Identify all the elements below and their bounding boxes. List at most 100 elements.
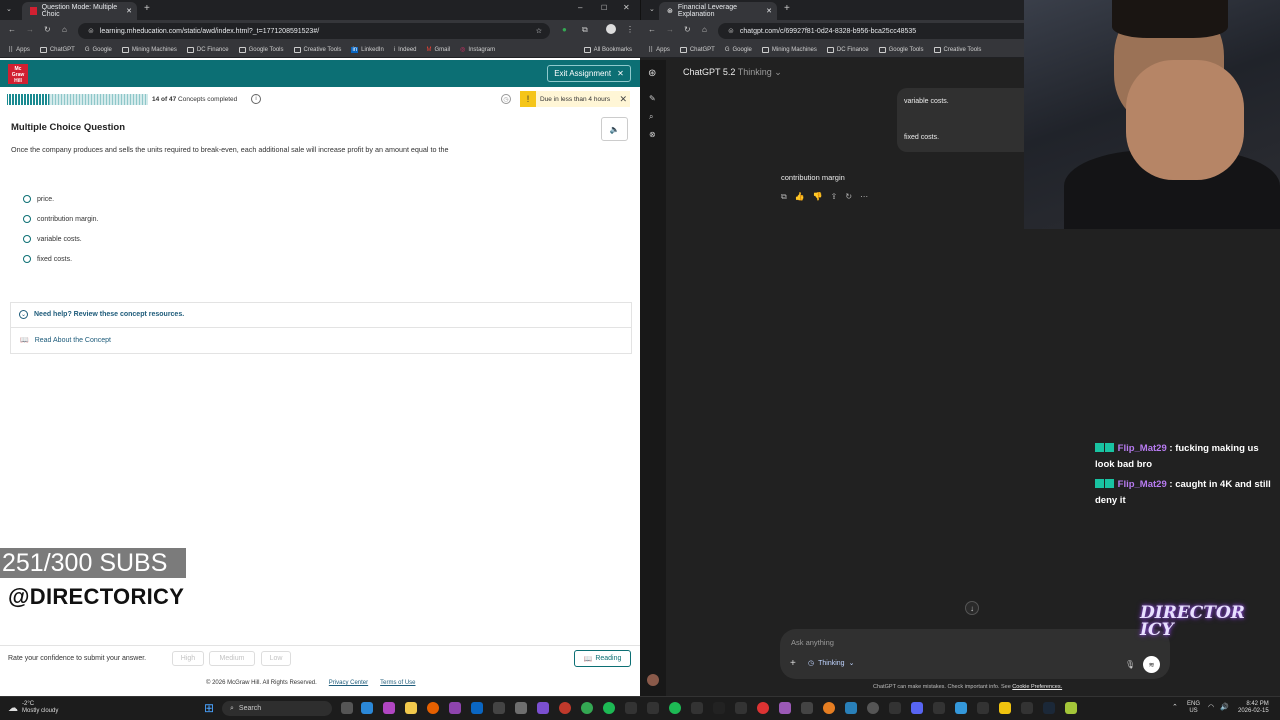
app-icon[interactable] [801, 702, 813, 714]
capcut-icon[interactable] [713, 702, 725, 714]
bookmark-google-tools[interactable]: Google Tools [238, 46, 284, 53]
bookmark-mining[interactable]: Mining Machines [761, 46, 817, 53]
answer-option-1[interactable]: price. [23, 195, 54, 203]
extension-icon[interactable]: ● [562, 25, 567, 34]
close-window-icon[interactable]: ✕ [623, 3, 630, 12]
confidence-low-button[interactable]: Low [261, 651, 291, 666]
reading-button[interactable]: 📖 Reading [574, 650, 631, 667]
answer-option-2[interactable]: contribution margin. [23, 215, 98, 223]
user-avatar[interactable] [647, 674, 659, 686]
tab-financial-leverage[interactable]: ⊛ Financial Leverage Explanation ✕ [659, 2, 777, 20]
chatgpt-logo-icon[interactable]: ⊛ [648, 68, 656, 79]
app-icon[interactable] [823, 702, 835, 714]
home-icon[interactable]: ⌂ [702, 25, 707, 34]
bookmark-chatgpt[interactable]: ChatGPT [679, 46, 715, 53]
reload-icon[interactable]: ↻ [44, 25, 51, 34]
terms-of-use-link[interactable]: Terms of Use [380, 680, 415, 686]
dismiss-due-icon[interactable]: ✕ [619, 94, 627, 105]
forward-icon[interactable]: → [666, 25, 674, 34]
bookmark-creative-tools[interactable]: Creative Tools [933, 46, 981, 53]
app-icon[interactable] [735, 702, 747, 714]
bookmark-google[interactable]: G Google [725, 47, 752, 53]
need-help-toggle[interactable]: ⌄ Need help? Review these concept resour… [19, 310, 184, 319]
confidence-medium-button[interactable]: Medium [209, 651, 255, 666]
spotify-icon[interactable] [669, 702, 681, 714]
bookmark-google[interactable]: G Google [85, 47, 112, 53]
app-icon[interactable] [493, 702, 505, 714]
app-icon[interactable] [449, 702, 461, 714]
answer-option-4[interactable]: fixed costs. [23, 255, 72, 263]
back-icon[interactable]: ← [8, 25, 16, 34]
bookmark-mining[interactable]: Mining Machines [121, 46, 177, 53]
info-icon[interactable]: i [251, 94, 261, 104]
close-tab-icon[interactable]: ✕ [126, 7, 132, 15]
app-icon[interactable] [845, 702, 857, 714]
app-icon[interactable] [1021, 702, 1033, 714]
wifi-icon[interactable]: ◠ [1208, 703, 1214, 711]
add-attachment-icon[interactable]: + [790, 658, 796, 669]
bookmark-google-tools[interactable]: Google Tools [878, 46, 924, 53]
profile-avatar[interactable] [606, 24, 616, 34]
app-icon[interactable] [603, 702, 615, 714]
app-icon[interactable] [515, 702, 527, 714]
app-icon[interactable] [559, 702, 571, 714]
app-icon[interactable] [867, 702, 879, 714]
bookmark-apps[interactable]: ⠿ Apps [8, 46, 30, 54]
site-info-icon[interactable]: ⊜ [88, 27, 94, 35]
menu-kebab-icon[interactable]: ⋮ [626, 25, 634, 34]
bookmark-dc-finance[interactable]: DC Finance [826, 46, 869, 53]
copy-icon[interactable]: ⧉ [781, 192, 787, 202]
task-view-icon[interactable] [341, 702, 353, 714]
site-info-icon[interactable]: ⊜ [728, 27, 734, 35]
bookmark-linkedin[interactable]: in LinkedIn [351, 46, 384, 53]
tab-list-icon[interactable]: ⌄ [649, 5, 655, 13]
steam-icon[interactable] [1043, 702, 1055, 714]
reload-icon[interactable]: ↻ [684, 25, 691, 34]
prompt-input[interactable] [780, 629, 1170, 679]
app-icon[interactable] [779, 702, 791, 714]
app-icon[interactable] [361, 702, 373, 714]
library-icon[interactable]: ⊗ [649, 130, 656, 139]
app-icon[interactable] [625, 702, 637, 714]
new-tab-icon[interactable]: + [784, 3, 790, 14]
app-icon[interactable] [955, 702, 967, 714]
app-icon[interactable] [1065, 702, 1077, 714]
answer-option-3[interactable]: variable costs. [23, 235, 82, 243]
close-tab-icon[interactable]: ✕ [766, 7, 772, 15]
bookmark-creative-tools[interactable]: Creative Tools [293, 46, 341, 53]
model-selector[interactable]: ChatGPT 5.2 Thinking ⌄ [683, 67, 782, 78]
bookmark-apps[interactable]: ⠿ Apps [648, 46, 670, 54]
app-icon[interactable] [933, 702, 945, 714]
bookmark-star-icon[interactable]: ☆ [536, 27, 542, 35]
cookie-preferences-link[interactable]: Cookie Preferences. [1012, 684, 1062, 690]
tab-list-icon[interactable]: ⌄ [6, 5, 12, 13]
app-icon[interactable] [537, 702, 549, 714]
app-icon[interactable] [647, 702, 659, 714]
radio-button[interactable] [23, 235, 31, 243]
app-icon[interactable] [889, 702, 901, 714]
microphone-icon[interactable]: 🎙 [1125, 660, 1135, 669]
confidence-high-button[interactable]: High [172, 651, 204, 666]
exit-assignment-button[interactable]: Exit Assignment ✕ [547, 65, 631, 82]
minimize-icon[interactable]: – [578, 3, 582, 12]
app-icon[interactable] [977, 702, 989, 714]
thumbs-down-icon[interactable]: 👎 [813, 192, 823, 202]
chrome-icon[interactable] [581, 702, 593, 714]
app-icon[interactable] [999, 702, 1011, 714]
extensions-puzzle-icon[interactable]: ⧉ [582, 25, 588, 35]
bookmark-chatgpt[interactable]: ChatGPT [39, 46, 75, 53]
bookmark-indeed[interactable]: i Indeed [394, 47, 417, 53]
privacy-center-link[interactable]: Privacy Center [329, 680, 368, 686]
new-tab-icon[interactable]: + [144, 3, 150, 14]
file-explorer-icon[interactable] [405, 702, 417, 714]
scroll-down-button[interactable]: ↓ [965, 601, 979, 615]
address-bar[interactable]: ⊜ chatgpt.com/c/69927f81-0d24-8328-b956-… [718, 23, 1038, 39]
radio-button[interactable] [23, 255, 31, 263]
search-icon[interactable]: ⌕ [649, 112, 653, 122]
tray-chevron-icon[interactable]: ⌃ [1172, 703, 1178, 711]
read-concept-link[interactable]: 📖 Read About the Concept [20, 336, 111, 345]
tab-question-mode[interactable]: Question Mode: Multiple Choic ✕ [22, 2, 137, 20]
weather-widget[interactable]: ☁ -2°C Mostly cloudy [8, 701, 58, 715]
share-icon[interactable]: ⇪ [831, 192, 838, 202]
app-icon[interactable] [691, 702, 703, 714]
